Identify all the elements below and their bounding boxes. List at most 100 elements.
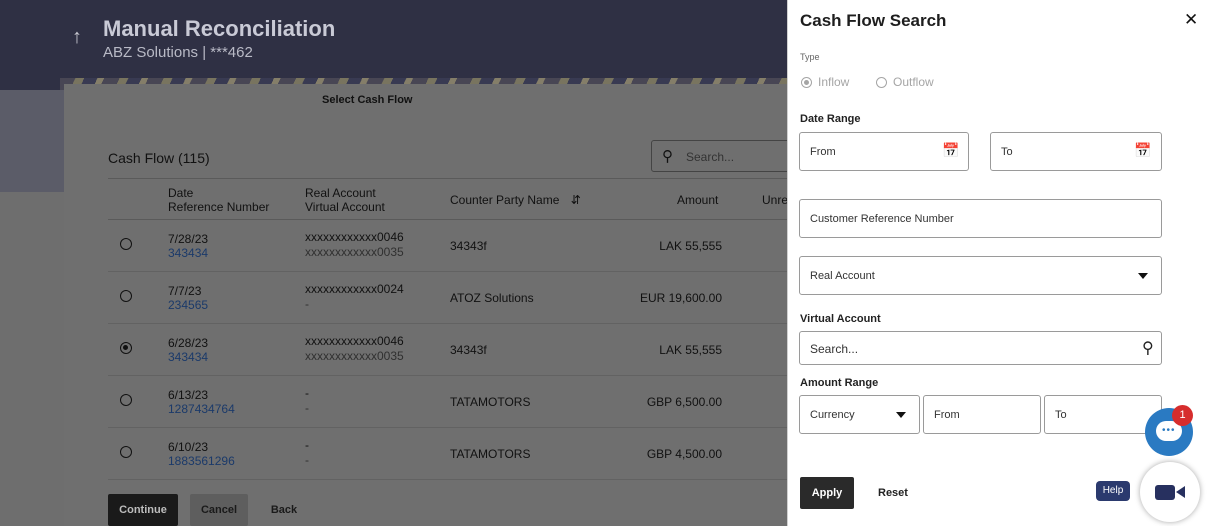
row-real-account: xxxxxxxxxxxx0024 <box>305 282 404 296</box>
row-select-radio[interactable] <box>120 446 132 458</box>
cash-flow-search-drawer: Cash Flow Search ✕ Type Inflow Outflow D… <box>787 0 1211 526</box>
table-row[interactable]: 6/10/23 1883561296 - - TATAMOTORS GBP 4,500.0… <box>108 428 788 480</box>
reset-button[interactable]: Reset <box>878 487 908 499</box>
row-reference-link[interactable]: 1883561296 <box>168 454 235 469</box>
row-real-account: xxxxxxxxxxxx0046 <box>305 230 404 244</box>
column-header-account: Real Account Virtual Account <box>305 186 385 214</box>
search-icon: ⚲ <box>662 148 673 165</box>
table-row[interactable]: 7/28/23 343434 xxxxxxxxxxxx0046 xxxxxxxxxxx… <box>108 220 788 272</box>
header-date-label: Date <box>168 186 194 200</box>
virtual-account-label: Virtual Account <box>800 313 881 325</box>
customer-reference-placeholder: Customer Reference Number <box>810 213 954 225</box>
chat-dots: ••• <box>1162 425 1176 436</box>
row-date: 6/10/23 <box>168 440 209 454</box>
type-label: Type <box>800 52 820 62</box>
row-reference-link[interactable]: 343434 <box>168 246 208 261</box>
row-date: 7/7/23 <box>168 284 202 298</box>
video-call-button[interactable] <box>1140 462 1200 522</box>
currency-placeholder: Currency <box>810 409 855 421</box>
cash-flow-count: Cash Flow (115) <box>108 150 210 166</box>
table-row[interactable]: 7/7/23 234565 xxxxxxxxxxxx0024- ATOZ Soluti… <box>108 272 788 324</box>
close-icon[interactable]: ✕ <box>1184 10 1198 30</box>
row-amount: GBP 4,500.00 <box>646 447 722 461</box>
search-placeholder: Search... <box>686 150 735 164</box>
row-reference-link[interactable]: 343434 <box>168 350 208 365</box>
row-select-radio[interactable] <box>120 342 132 354</box>
header-ref-label: Reference Number <box>168 200 270 214</box>
date-from-field[interactable]: From 📅 <box>799 132 969 171</box>
virtual-account-search-input[interactable]: Search... ⚲ <box>799 331 1162 365</box>
row-real-account: xxxxxxxxxxxx0046 <box>305 334 404 348</box>
row-select-radio[interactable] <box>120 238 132 250</box>
chevron-down-icon <box>896 412 906 418</box>
table-row[interactable]: 6/13/23 1287434764 - - TATAMOTORS GBP 6,500.0… <box>108 376 788 428</box>
date-to-field[interactable]: To 📅 <box>990 132 1162 171</box>
row-select-radio[interactable] <box>120 394 132 406</box>
row-reference-link[interactable]: 1287434764 <box>168 402 235 417</box>
currency-select[interactable]: Currency <box>799 395 920 434</box>
row-date: 7/28/23 <box>168 232 209 246</box>
header-counterparty-label: Counter Party Name <box>450 193 560 207</box>
row-amount: LAK 55,555 <box>659 239 722 253</box>
row-reference-link[interactable]: 234565 <box>168 298 208 313</box>
row-virtual-account: - <box>305 401 309 415</box>
amount-range-label: Amount Range <box>800 377 879 389</box>
inflow-radio[interactable] <box>801 77 812 88</box>
row-real-account: - <box>305 438 309 452</box>
cash-flow-card: Select Cash Flow Cash Flow (115) ⚲ Searc… <box>64 84 791 526</box>
row-real-account: - <box>305 386 309 400</box>
back-button[interactable]: Back <box>264 494 304 526</box>
row-counterparty: ATOZ Solutions <box>450 291 534 305</box>
amount-from-input[interactable]: From <box>923 395 1041 434</box>
search-icon[interactable]: ⚲ <box>1142 338 1154 358</box>
row-counterparty: TATAMOTORS <box>450 395 531 409</box>
calendar-icon[interactable]: 📅 <box>1134 142 1151 159</box>
column-header-counterparty[interactable]: Counter Party Name ⇵ <box>450 193 581 207</box>
date-to-placeholder: To <box>1001 146 1013 158</box>
outflow-radio[interactable] <box>876 77 887 88</box>
column-header-amount: Amount <box>677 193 719 207</box>
date-from-placeholder: From <box>810 146 836 158</box>
inflow-label: Inflow <box>818 75 850 89</box>
amount-to-placeholder: To <box>1055 409 1067 421</box>
row-virtual-account: - <box>305 453 309 467</box>
real-account-select[interactable]: Real Account <box>799 256 1162 295</box>
notification-badge: 1 <box>1172 405 1193 426</box>
row-select-radio[interactable] <box>120 290 132 302</box>
virtual-account-search-placeholder: Search... <box>810 342 859 356</box>
sort-icon[interactable]: ⇵ <box>571 193 581 207</box>
column-header-date: Date Reference Number <box>168 186 269 214</box>
row-amount: GBP 6,500.00 <box>646 395 722 409</box>
row-virtual-account: xxxxxxxxxxxx0035 <box>305 245 404 259</box>
chevron-down-icon <box>1138 273 1148 279</box>
row-counterparty: 34343f <box>450 239 487 253</box>
apply-button[interactable]: Apply <box>800 477 854 509</box>
row-counterparty: TATAMOTORS <box>450 447 531 461</box>
row-date: 6/13/23 <box>168 388 209 402</box>
cancel-button[interactable]: Cancel <box>190 494 248 526</box>
column-header-unreconciled: Unre <box>762 193 789 207</box>
help-button[interactable]: Help <box>1096 481 1130 501</box>
back-arrow-icon[interactable]: ↑ <box>72 26 82 49</box>
cash-flow-table: Date Reference Number Real Account Virtu… <box>108 178 788 480</box>
page-subtitle: ABZ Solutions | ***462 <box>103 44 253 61</box>
cash-flow-search-input[interactable]: ⚲ Search... <box>651 140 791 172</box>
amount-from-placeholder: From <box>934 409 960 421</box>
table-body: 7/28/23 343434 xxxxxxxxxxxx0046 xxxxxxxxxxx… <box>108 220 788 480</box>
continue-button[interactable]: Continue <box>108 494 178 526</box>
video-lens-icon <box>1176 486 1185 498</box>
customer-reference-input[interactable]: Customer Reference Number <box>799 199 1162 238</box>
row-amount: LAK 55,555 <box>659 343 722 357</box>
outflow-label: Outflow <box>893 75 934 89</box>
row-counterparty: 34343f <box>450 343 487 357</box>
header-virtual-account-label: Virtual Account <box>305 200 385 214</box>
row-virtual-account: - <box>305 297 309 311</box>
table-header: Date Reference Number Real Account Virtu… <box>108 178 788 220</box>
header-real-account-label: Real Account <box>305 186 376 200</box>
row-date: 6/28/23 <box>168 336 209 350</box>
left-decoration <box>0 90 64 192</box>
table-row[interactable]: 6/28/23 343434 xxxxxxxxxxxx0046 xxxxxxxxxxx… <box>108 324 788 376</box>
calendar-icon[interactable]: 📅 <box>942 142 959 159</box>
row-virtual-account: xxxxxxxxxxxx0035 <box>305 349 404 363</box>
page-title: Manual Reconciliation <box>103 16 336 41</box>
